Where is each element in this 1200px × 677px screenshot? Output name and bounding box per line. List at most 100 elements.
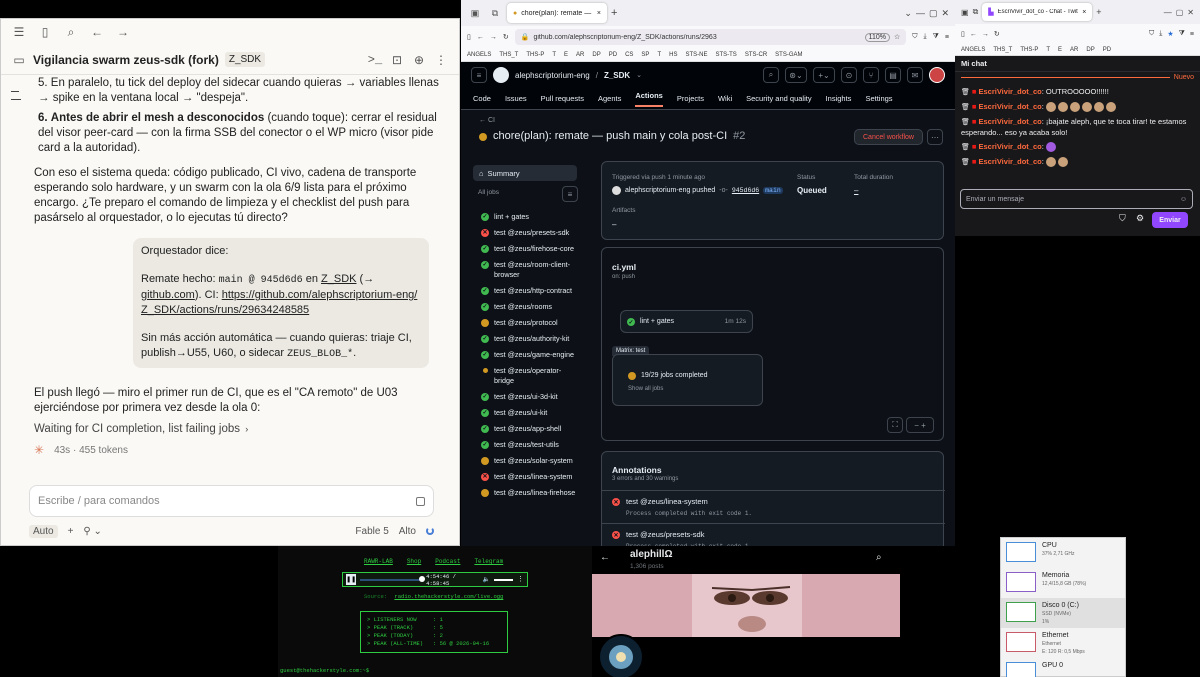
show-all-jobs-link[interactable]: Show all jobs <box>628 386 663 392</box>
extensions-icon[interactable]: ⧩ <box>1179 30 1185 38</box>
trash-icon[interactable]: 🗑 <box>961 104 972 111</box>
trash-icon[interactable]: 🗑 <box>961 144 972 151</box>
job-item[interactable]: ✕ test @zeus/linea-system <box>477 469 581 485</box>
volume-icon[interactable]: 🔈 <box>483 576 490 583</box>
new-tab-icon[interactable]: + <box>611 7 617 19</box>
sidebar-icon[interactable]: ▯ <box>37 24 53 40</box>
repo-link[interactable]: Z_SDK <box>321 273 356 285</box>
bookmark-item[interactable]: E <box>564 52 568 58</box>
bookmark-item[interactable]: PD <box>609 52 617 58</box>
kebab-icon[interactable]: ⋯ <box>927 129 943 145</box>
job-node-lint[interactable]: ✓ lint + gates 1m 12s <box>620 310 753 333</box>
chat-username[interactable]: EscriVivir_dot_co <box>978 87 1041 96</box>
tab-code[interactable]: Code <box>473 94 491 103</box>
maximize-icon[interactable]: ▢ <box>1176 8 1184 17</box>
stream-link[interactable]: radio.thehackerstyle.com/live.ogg <box>394 593 503 600</box>
bookmark-item[interactable]: T <box>552 52 556 58</box>
hamburger-icon[interactable]: ≡ <box>471 67 487 83</box>
reload-icon[interactable]: ↻ <box>994 30 1000 38</box>
menu-icon[interactable]: ☰ <box>11 24 27 40</box>
github-link[interactable]: github.com <box>141 289 195 301</box>
tab-settings[interactable]: Settings <box>865 94 892 103</box>
close-window-icon[interactable]: ✕ <box>1187 8 1194 17</box>
tab-issues[interactable]: Issues <box>505 94 527 103</box>
tool-status[interactable]: Waiting for CI completion, list failing … <box>1 416 459 437</box>
search-icon[interactable]: ⌕ <box>876 552 882 563</box>
more-icon[interactable]: ⋮ <box>517 575 524 584</box>
tab-wiki[interactable]: Wiki <box>718 94 732 103</box>
bookmark-item[interactable]: DP <box>592 52 600 58</box>
job-item[interactable]: ✕ test @zeus/presets-sdk <box>477 225 581 241</box>
copilot-icon[interactable]: ⊛⌄ <box>785 67 807 83</box>
add-icon[interactable]: + <box>68 526 74 537</box>
job-item[interactable]: test @zeus/protocol <box>477 315 581 331</box>
reload-icon[interactable]: ↻ <box>503 33 509 41</box>
resource-row[interactable]: Memoria 12,4/15,8 GB (78%) <box>1001 568 1125 598</box>
job-item[interactable]: ✓ test @zeus/ui-3d-kit <box>477 389 581 405</box>
bookmark-item[interactable]: STS-CR <box>745 52 767 58</box>
seek-bar[interactable] <box>360 575 426 582</box>
job-item[interactable]: ✓ test @zeus/room-client-browser <box>477 257 581 283</box>
downloads-icon[interactable]: ⤓ <box>924 33 927 41</box>
job-item[interactable]: ✓ test @zeus/app-shell <box>477 421 581 437</box>
attach-icon[interactable] <box>416 496 425 506</box>
job-item[interactable]: ✓ test @zeus/firehose-core <box>477 241 581 257</box>
job-item[interactable]: ✓ test @zeus/test-utils <box>477 437 581 453</box>
job-item[interactable]: test @zeus/solar-system <box>477 453 581 469</box>
create-icon[interactable]: +⌄ <box>813 67 835 83</box>
terminal-icon[interactable]: >_ <box>367 52 383 68</box>
branch-badge[interactable]: main <box>763 187 783 194</box>
back-icon[interactable]: ← <box>970 31 977 38</box>
tab-actions[interactable]: Actions <box>635 91 663 107</box>
job-item[interactable]: ✓ lint + gates <box>477 209 581 225</box>
bookmark-star-icon[interactable]: ☆ <box>894 33 900 41</box>
workflow-link[interactable]: CI <box>488 117 495 124</box>
bookmark-item[interactable]: CS <box>625 52 633 58</box>
volume-slider[interactable] <box>494 578 513 581</box>
radio-link[interactable]: Podcast <box>435 558 460 565</box>
chat-username[interactable]: EscriVivir_dot_co <box>978 142 1041 151</box>
job-item[interactable]: ✓ test @zeus/authority-kit <box>477 331 581 347</box>
radio-link[interactable]: Telegram <box>474 558 503 565</box>
matrix-node[interactable]: 19/29 jobs completed Show all jobs <box>612 354 763 406</box>
job-item[interactable]: test @zeus/operator-bridge <box>477 363 581 389</box>
chevron-down-icon[interactable]: ⌄ <box>636 71 642 79</box>
trash-icon[interactable]: 🗑 <box>961 119 972 126</box>
github-logo-icon[interactable] <box>493 67 509 83</box>
mic-icon[interactable]: ⚲ ⌄ <box>83 526 101 537</box>
bookmark-item[interactable]: STS-TS <box>715 52 736 58</box>
bookmark-item[interactable]: THS-P <box>526 52 544 58</box>
job-item[interactable]: ✓ test @zeus/http-contract <box>477 283 581 299</box>
job-item[interactable]: ✓ test @zeus/ui-kit <box>477 405 581 421</box>
back-to-workflow[interactable]: ← CI <box>479 117 495 124</box>
prompt-input[interactable]: Escribe / para comandos <box>29 485 434 517</box>
radio-link[interactable]: RAWR-LAB <box>364 558 393 565</box>
emote-picker-icon[interactable]: ☺ <box>1180 196 1187 203</box>
annotation-item[interactable]: ✕ test @zeus/linea-system Process complete… <box>602 490 945 523</box>
chat-input[interactable]: Enviar un mensaje ☺ <box>960 189 1193 209</box>
bookmark-item[interactable]: PD <box>1103 47 1111 53</box>
radio-link[interactable]: Shop <box>407 558 421 565</box>
close-window-icon[interactable]: ✕ <box>941 8 949 19</box>
issues-icon[interactable]: ⊙ <box>841 67 857 83</box>
maximize-icon[interactable]: ▢ <box>929 8 938 19</box>
chat-username[interactable]: EscriVivir_dot_co <box>978 102 1041 111</box>
pull-requests-icon[interactable]: ⑂ <box>863 67 879 83</box>
chat-username[interactable]: EscriVivir_dot_co <box>978 157 1041 166</box>
minimize-icon[interactable]: — <box>916 8 925 18</box>
bookmark-item[interactable]: T <box>1046 47 1050 53</box>
back-icon[interactable]: ← <box>89 24 105 40</box>
zoom-controls[interactable]: − + <box>906 417 934 433</box>
summary-nav[interactable]: ⌂ Summary <box>473 165 577 181</box>
tab-list-icon[interactable]: ▣ <box>961 8 969 17</box>
resource-row[interactable]: CPU 37% 2,71 GHz <box>1001 538 1125 568</box>
fullscreen-icon[interactable]: ⛶ <box>887 417 903 433</box>
tab-pull-requests[interactable]: Pull requests <box>541 94 584 103</box>
trash-icon[interactable]: 🗑 <box>961 89 972 96</box>
close-icon[interactable]: × <box>1082 9 1086 16</box>
downloads-icon[interactable]: ⤓ <box>1159 30 1162 38</box>
search-icon[interactable]: ⌕ <box>63 24 79 40</box>
avatar[interactable] <box>929 67 945 83</box>
seek-handle[interactable] <box>419 575 426 582</box>
bookmark-item[interactable]: T <box>657 52 661 58</box>
